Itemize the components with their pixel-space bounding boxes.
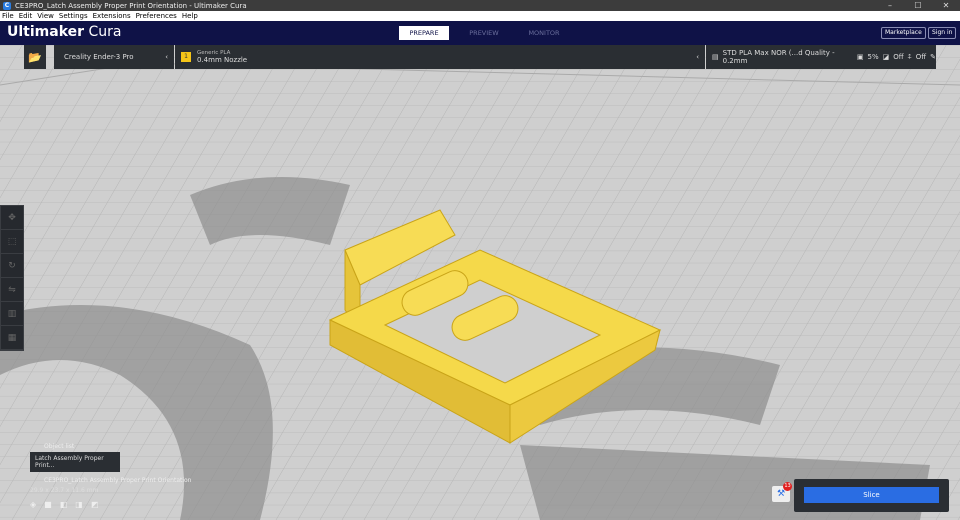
tab-preview[interactable]: PREVIEW xyxy=(459,26,509,40)
notification-badge: 13 xyxy=(783,482,792,491)
chevron-left-icon: ‹ xyxy=(165,53,168,61)
file-name: CE3PRO_Latch Assembly Proper Print Orien… xyxy=(44,477,192,484)
tab-prepare[interactable]: PREPARE xyxy=(399,26,449,40)
cura-icon: C xyxy=(3,1,11,10)
nozzle-size: 0.4mm Nozzle xyxy=(197,56,248,64)
support-blocker-icon[interactable]: ▦ xyxy=(1,326,23,350)
menu-edit[interactable]: Edit xyxy=(19,11,33,21)
window-title: CE3PRO_Latch Assembly Proper Print Orien… xyxy=(15,1,247,10)
logo: Ultimaker Cura xyxy=(7,24,122,40)
menu-view[interactable]: View xyxy=(37,11,54,21)
infill-value: 5% xyxy=(867,53,879,61)
support-value: Off xyxy=(893,53,904,61)
menu-settings[interactable]: Settings xyxy=(59,11,88,21)
open-file-button[interactable]: 📂 xyxy=(24,45,46,69)
rotate-tool-icon[interactable]: ↻ xyxy=(1,254,23,278)
minimize-button[interactable]: – xyxy=(876,0,904,11)
profile-icon: ▤ xyxy=(712,53,719,61)
maximize-button[interactable]: ☐ xyxy=(904,0,932,11)
material-selector[interactable]: 1 Generic PLA 0.4mm Nozzle ‹ xyxy=(175,45,705,69)
object-list-toggle[interactable]: Object list xyxy=(44,443,192,450)
slice-button[interactable]: Slice xyxy=(804,487,939,503)
slice-panel: Slice xyxy=(794,479,949,512)
menu-extensions[interactable]: Extensions xyxy=(93,11,131,21)
print-settings-selector[interactable]: ▤ STD PLA Max NOR (...d Quality - 0.2mm … xyxy=(706,45,936,69)
sign-in-button[interactable]: Sign in xyxy=(928,27,957,39)
model-dimensions: 29.9 x 23.7 x 11.6 mm xyxy=(30,487,99,494)
printer-name: Creality Ender-3 Pro xyxy=(64,53,134,61)
menu-preferences[interactable]: Preferences xyxy=(136,11,177,21)
folder-icon: 📂 xyxy=(28,50,42,64)
adhesion-icon: ⍏ xyxy=(907,52,912,61)
tab-monitor[interactable]: MONITOR xyxy=(519,26,569,40)
per-model-settings-icon[interactable]: ▥ xyxy=(1,302,23,326)
menu-help[interactable]: Help xyxy=(182,11,198,21)
extruder-icon: 1 xyxy=(181,52,191,62)
infill-icon: ▣ xyxy=(856,53,864,61)
tool-panel: ✥ ⬚ ↻ ⇋ ▥ ▦ xyxy=(0,205,24,351)
view-3d-icon[interactable]: ◈ xyxy=(30,500,36,509)
marketplace-button[interactable]: Marketplace xyxy=(881,27,926,39)
view-top-icon[interactable]: ◧ xyxy=(60,500,68,509)
support-icon: ◪ xyxy=(882,53,890,61)
scale-tool-icon[interactable]: ⬚ xyxy=(1,230,23,254)
menu-bar: File Edit View Settings Extensions Prefe… xyxy=(0,11,960,21)
menu-file[interactable]: File xyxy=(2,11,14,21)
pencil-icon: ✎ xyxy=(930,53,936,61)
app-header: Ultimaker Cura PREPARE PREVIEW MONITOR M… xyxy=(0,21,960,45)
object-list: Object list Latch Assembly Proper Print.… xyxy=(30,443,192,509)
view-front-icon[interactable]: ■ xyxy=(44,500,52,509)
mirror-tool-icon[interactable]: ⇋ xyxy=(1,278,23,302)
view-right-icon[interactable]: ◩ xyxy=(91,500,99,509)
view-left-icon[interactable]: ◨ xyxy=(75,500,83,509)
print-setup-tools-button[interactable]: ⚒ 13 xyxy=(772,482,792,502)
chevron-left-icon: ‹ xyxy=(696,53,699,61)
title-bar: C CE3PRO_Latch Assembly Proper Print Ori… xyxy=(0,0,960,11)
close-button[interactable]: ✕ xyxy=(932,0,960,11)
object-list-item[interactable]: Latch Assembly Proper Print... xyxy=(30,452,120,472)
printer-selector[interactable]: Creality Ender-3 Pro ‹ xyxy=(54,45,174,69)
move-tool-icon[interactable]: ✥ xyxy=(1,206,23,230)
profile-name: STD PLA Max NOR (...d Quality - 0.2mm xyxy=(722,49,835,65)
adhesion-value: Off xyxy=(915,53,927,61)
